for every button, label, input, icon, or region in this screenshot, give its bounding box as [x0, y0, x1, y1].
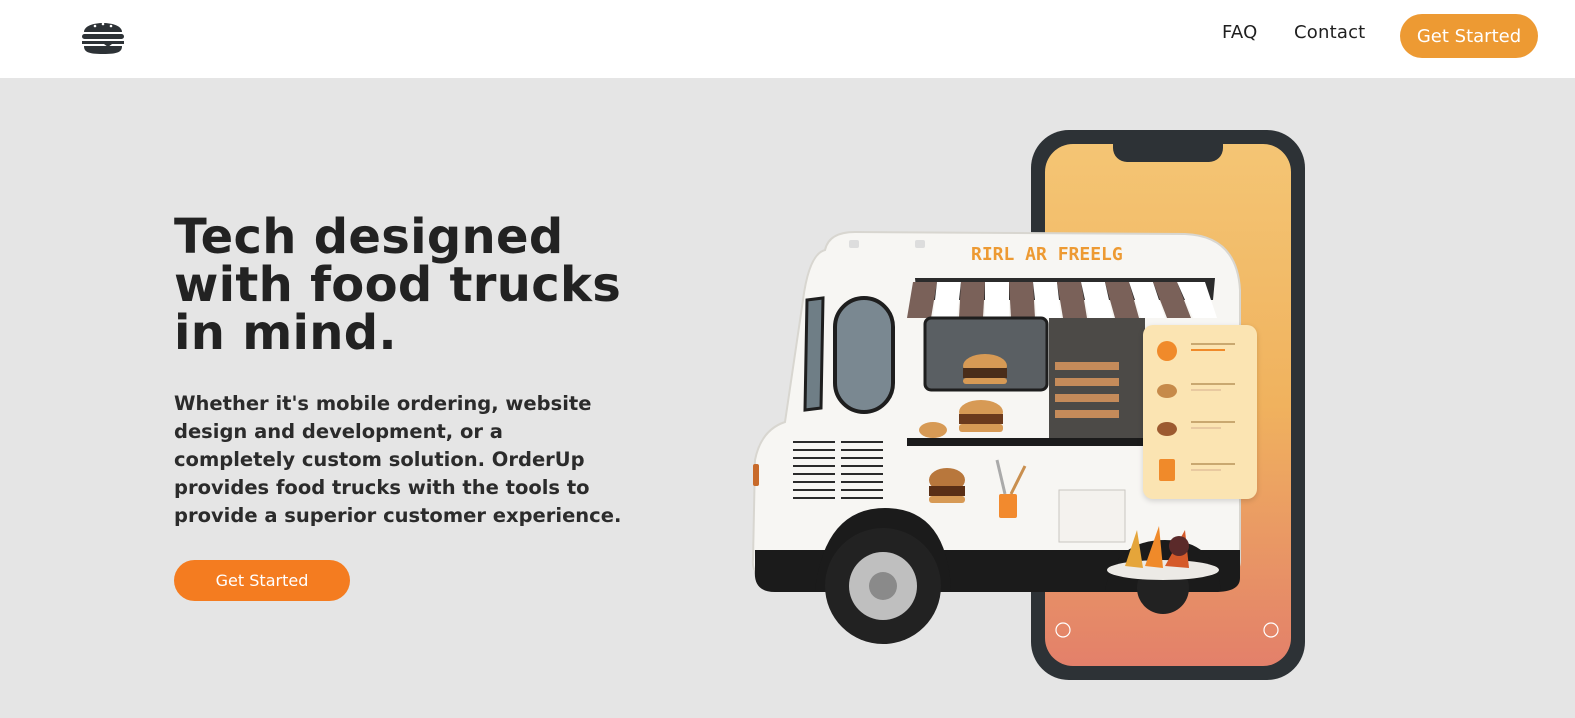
hero-subtext: Whether it's mobile ordering, website de…: [174, 392, 622, 527]
burger-icon[interactable]: [78, 14, 128, 56]
nav-link-faq[interactable]: FAQ: [1222, 22, 1257, 43]
hero-get-started-button[interactable]: Get Started: [174, 560, 350, 601]
headline-line: with food trucks: [174, 257, 622, 313]
nav-get-started-button[interactable]: Get Started: [1400, 14, 1538, 58]
menu-card: [1143, 325, 1257, 499]
food-truck-phone-illustration: RIRL AR FREELG: [745, 130, 1315, 682]
navbar: FAQ Contact Get Started: [0, 0, 1575, 78]
headline-line: Tech designed: [174, 209, 564, 265]
truck-sign: RIRL AR FREELG: [971, 244, 1123, 265]
headline-line: in mind.: [174, 305, 397, 361]
hero-headline: Tech designed with food trucks in mind.: [174, 213, 654, 357]
nav-link-contact[interactable]: Contact: [1294, 22, 1365, 43]
